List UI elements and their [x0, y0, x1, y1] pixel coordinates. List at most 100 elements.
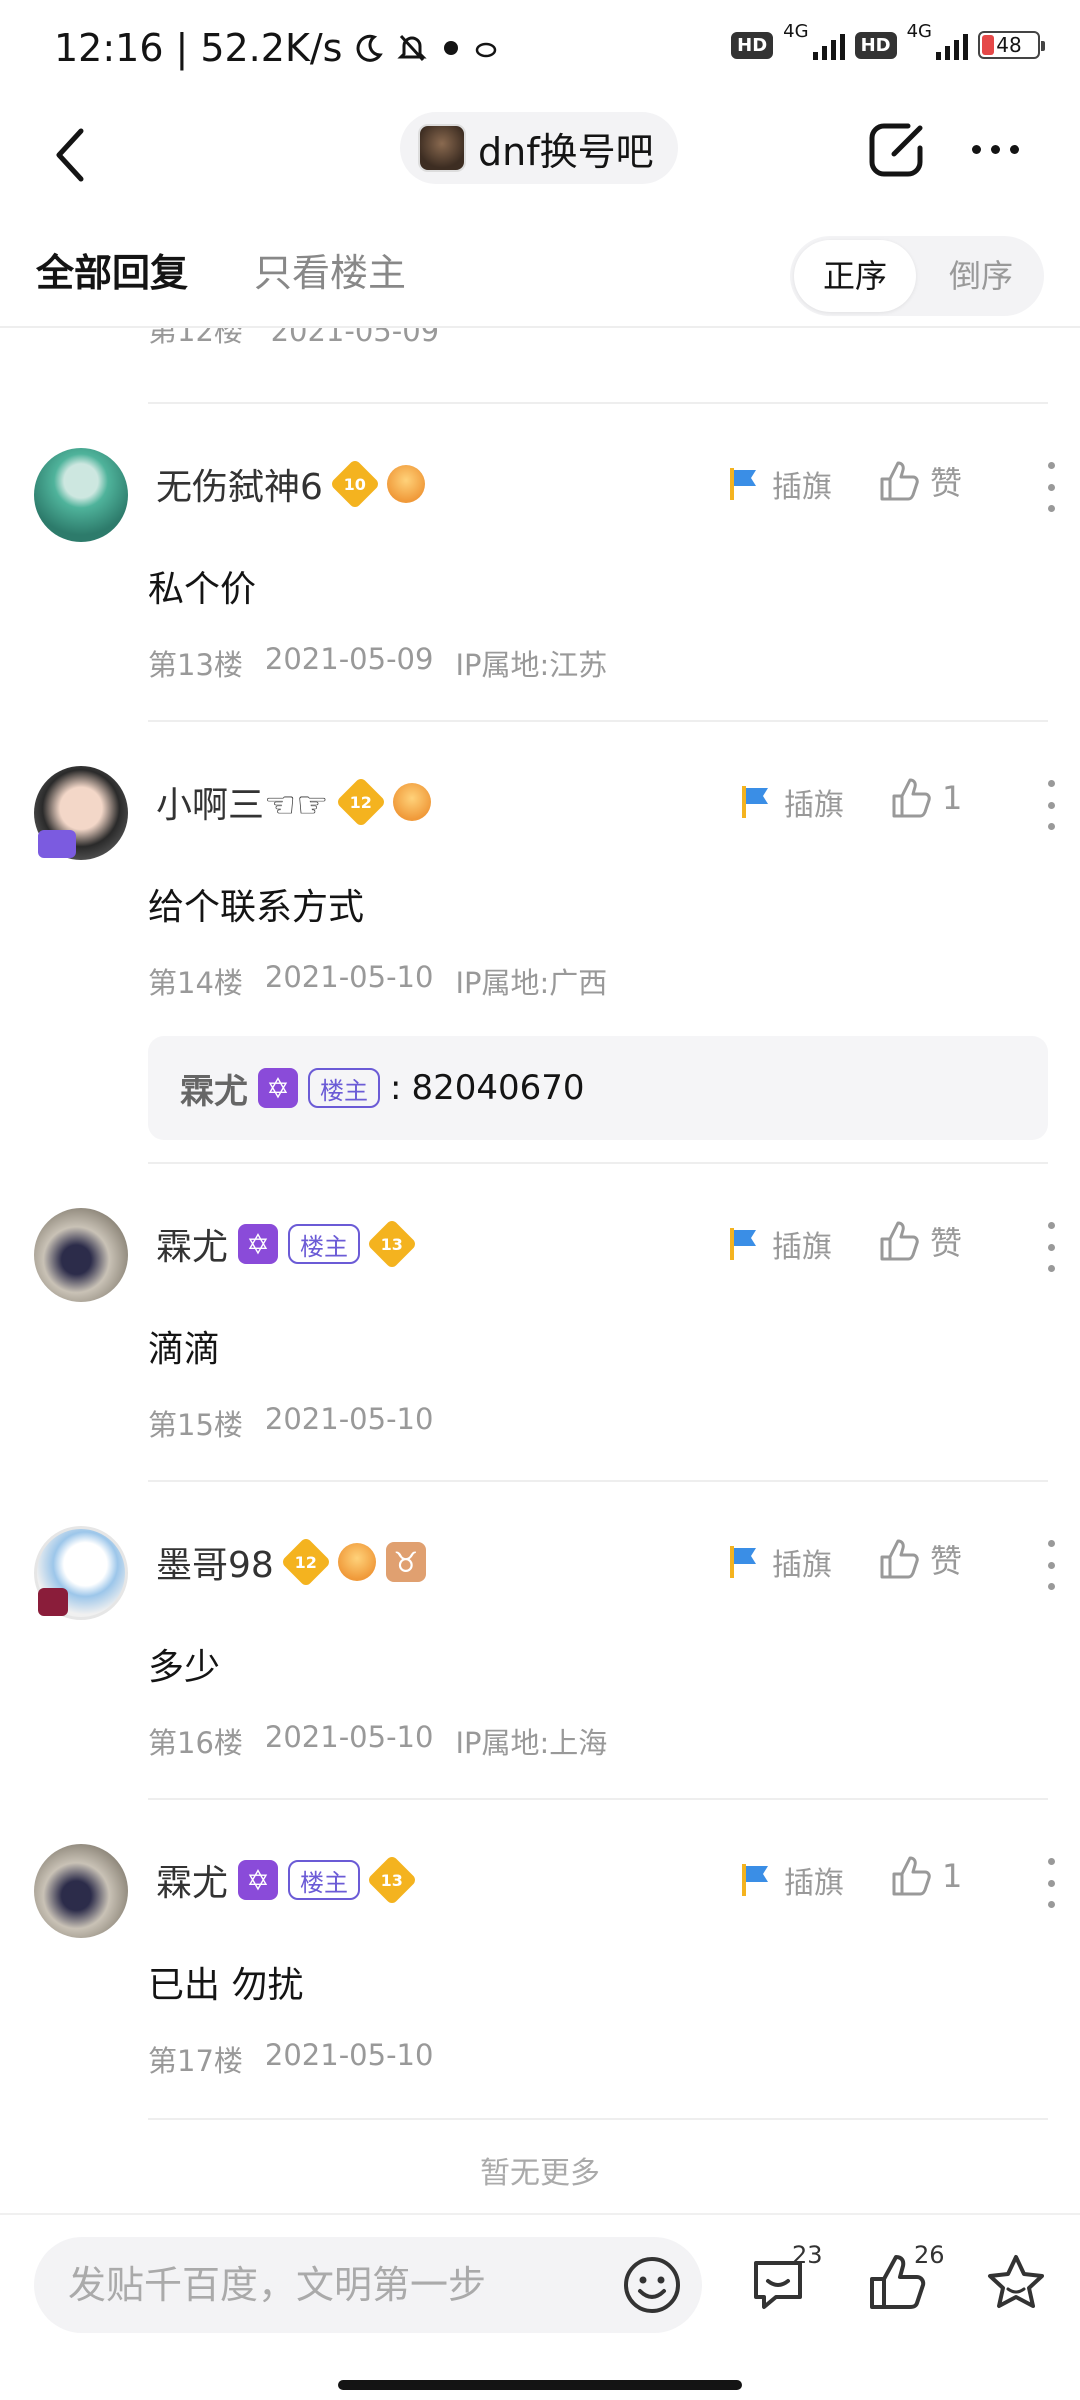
- flag-icon: [742, 786, 768, 818]
- post-actions: 插旗 1: [680, 776, 1080, 836]
- star-of-david-icon: ✡: [238, 1860, 279, 1900]
- host-badge: 楼主: [288, 1224, 361, 1264]
- flag-button[interactable]: 插旗: [724, 462, 832, 506]
- forum-name: dnf换号吧: [478, 129, 654, 174]
- sub-reply[interactable]: 霖尤 ✡ 楼主 : 82040670: [148, 1036, 1048, 1140]
- like-button[interactable]: 赞: [876, 1536, 962, 1582]
- top-nav: dnf换号吧: [0, 100, 1080, 230]
- sub-reply-user[interactable]: 霖尤: [180, 1064, 248, 1113]
- host-badge: 楼主: [308, 1068, 380, 1108]
- forum-link[interactable]: dnf换号吧: [400, 112, 678, 184]
- tab-op-only[interactable]: 只看楼主: [254, 242, 406, 297]
- home-indicator[interactable]: [338, 2380, 742, 2390]
- reply-input[interactable]: [68, 2237, 608, 2333]
- divider: [148, 2118, 1048, 2120]
- like-button[interactable]: 1: [888, 776, 962, 820]
- back-button[interactable]: [40, 120, 100, 190]
- post-content: 给个联系方式: [148, 887, 365, 928]
- flag-icon: [730, 1546, 756, 1578]
- avatar[interactable]: [34, 1208, 128, 1302]
- like-button[interactable]: 1: [888, 1854, 962, 1898]
- medal-icon: [386, 465, 425, 503]
- like-count: 26: [914, 2241, 945, 2269]
- bell-muted-icon: [397, 34, 428, 62]
- post-meta: 第17楼 2021-05-10: [148, 2038, 434, 2078]
- post-content: 已出 勿扰: [148, 1965, 304, 2006]
- thumbs-up-icon: [892, 778, 931, 818]
- flag-button[interactable]: 插旗: [736, 1858, 844, 1902]
- post-more-button[interactable]: [1036, 1858, 1066, 1908]
- order-toggle: 正序 倒序: [790, 236, 1044, 316]
- username[interactable]: 霖尤 ✡ 楼主 13: [156, 1854, 418, 1906]
- post-content: 私个价: [148, 569, 257, 610]
- post-list: 第12楼 2021-05-09 无伤弑神6 10 插旗 赞 私个价 第13楼 2…: [0, 328, 1080, 2213]
- level-badge: 13: [366, 1854, 418, 1906]
- status-left: 12:16 | 52.2K/s: [54, 26, 498, 70]
- medal-icon: [392, 783, 431, 821]
- app-notification-icon: [444, 41, 459, 55]
- post-meta: 第16楼 2021-05-10 IP属地:上海: [148, 1720, 608, 1760]
- emoji-icon[interactable]: [622, 2255, 682, 2315]
- level-badge: 12: [280, 1536, 332, 1588]
- post-content: 滴滴: [148, 1329, 221, 1370]
- avatar[interactable]: [34, 1844, 128, 1938]
- level-badge: 13: [366, 1218, 418, 1270]
- post-meta: 第13楼 2021-05-09 IP属地:江苏: [148, 642, 608, 682]
- share-icon[interactable]: [864, 118, 928, 182]
- divider: [148, 402, 1048, 404]
- order-asc-button[interactable]: 正序: [794, 240, 916, 312]
- chevron-left-icon: [56, 128, 84, 182]
- divider: [148, 1798, 1048, 1800]
- tab-all-replies[interactable]: 全部回复: [36, 242, 188, 297]
- flag-button[interactable]: 插旗: [724, 1222, 832, 1266]
- username[interactable]: 小啊三☜☞ 12: [156, 776, 431, 828]
- flag-button[interactable]: 插旗: [724, 1540, 832, 1584]
- flag-icon: [730, 468, 756, 500]
- network-type: 4G: [783, 20, 809, 42]
- post-content: 多少: [148, 1647, 221, 1688]
- badge-icon: [38, 1588, 68, 1616]
- signal-icon: [812, 30, 845, 60]
- post-actions: 插旗 赞: [680, 1536, 1080, 1596]
- post-actions: 插旗 赞: [680, 1218, 1080, 1278]
- reply-tabs: 全部回复 只看楼主 正序 倒序: [0, 230, 1080, 328]
- status-bar: 12:16 | 52.2K/s HD 4G HD 4G 48: [0, 0, 1080, 100]
- hd-badge-2: HD: [854, 31, 897, 59]
- username[interactable]: 霖尤 ✡ 楼主 13: [156, 1218, 418, 1270]
- comment-count: 23: [792, 2241, 823, 2269]
- divider: [148, 720, 1048, 722]
- weibo-icon: [476, 42, 497, 58]
- level-badge: 12: [335, 776, 387, 828]
- avatar[interactable]: [34, 448, 128, 542]
- moon-icon: [357, 34, 384, 62]
- medal-icon: [337, 1543, 376, 1581]
- hd-badge: HD: [731, 31, 774, 59]
- flag-icon: [742, 1864, 768, 1896]
- post-more-button[interactable]: [1036, 462, 1066, 512]
- star-icon[interactable]: [984, 2251, 1048, 2315]
- more-button[interactable]: [960, 124, 1030, 174]
- post-more-button[interactable]: [1036, 780, 1066, 830]
- star-of-david-icon: ✡: [258, 1068, 298, 1108]
- post-meta-partial: 第12楼 2021-05-09: [148, 328, 440, 348]
- tv-badge-icon: [38, 830, 76, 858]
- like-button[interactable]: 赞: [876, 1218, 962, 1264]
- thumbs-up-icon: [880, 461, 919, 501]
- post-more-button[interactable]: [1036, 1540, 1066, 1590]
- username[interactable]: 墨哥98 12 ♉: [156, 1536, 426, 1588]
- post-more-button[interactable]: [1036, 1222, 1066, 1272]
- status-time: 12:16: [54, 26, 164, 70]
- post-actions: 插旗 赞: [680, 458, 1080, 518]
- flag-icon: [730, 1228, 756, 1260]
- battery-icon: 48: [978, 31, 1045, 59]
- flag-button[interactable]: 插旗: [736, 780, 844, 824]
- post-meta: 第15楼 2021-05-10: [148, 1402, 434, 1442]
- level-badge: 10: [329, 458, 381, 510]
- no-more-label: 暂无更多: [480, 2156, 600, 2191]
- order-desc-button[interactable]: 倒序: [918, 236, 1044, 316]
- divider: [148, 1162, 1048, 1164]
- like-button[interactable]: 赞: [876, 458, 962, 504]
- taurus-icon: ♉: [385, 1542, 426, 1582]
- network-type-2: 4G: [906, 20, 932, 42]
- username[interactable]: 无伤弑神6 10: [156, 458, 425, 510]
